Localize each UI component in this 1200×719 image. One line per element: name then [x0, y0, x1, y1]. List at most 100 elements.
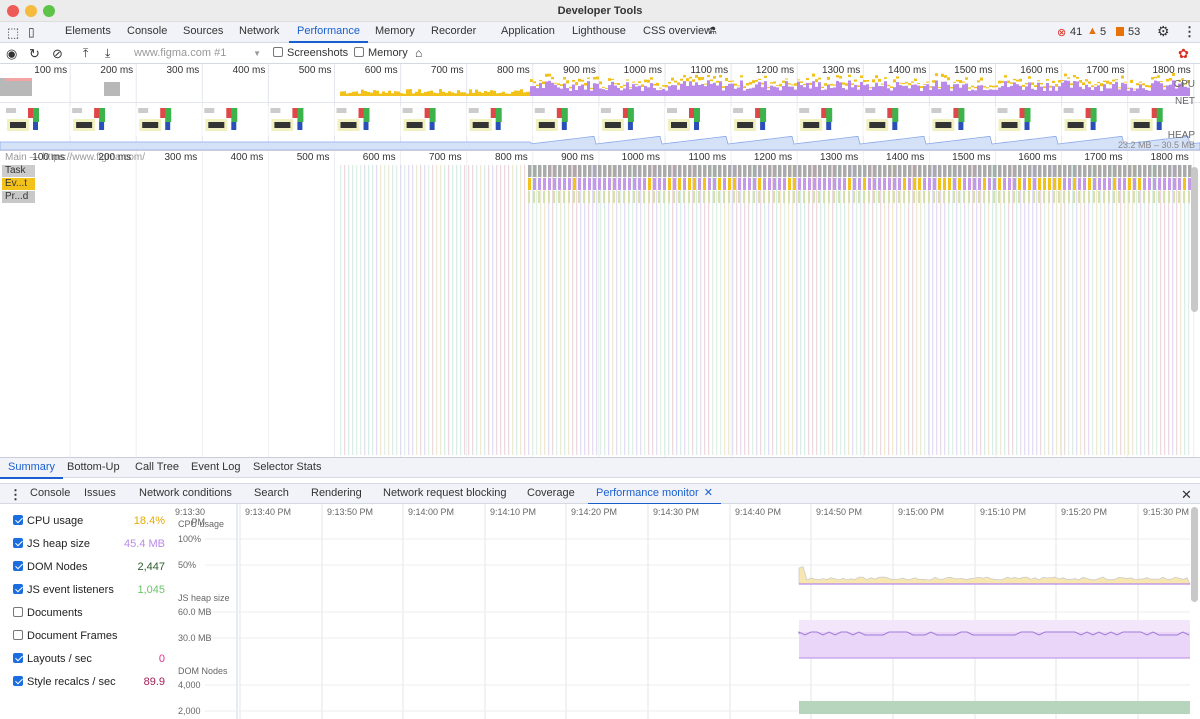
error-count[interactable]: 41 [1070, 26, 1082, 38]
flame-slice [480, 165, 482, 455]
flame-slice [756, 165, 758, 455]
flame-slice [1180, 165, 1182, 455]
settings-gear-icon[interactable]: ⚙ [1157, 23, 1170, 40]
cpu-rendering-bar [1004, 81, 1007, 96]
tab-network[interactable]: Network [239, 22, 279, 43]
function-slice [968, 191, 970, 203]
recording-select[interactable]: www.figma.com #1 ▼ [134, 45, 261, 62]
drawer-tab-label: Search [254, 487, 289, 499]
cpu-rendering-bar [1109, 88, 1112, 96]
record-icon[interactable]: ◉ [6, 45, 17, 62]
event-slice [1043, 178, 1046, 190]
drawer-tab-network-conditions[interactable]: Network conditions [139, 484, 232, 505]
flame-tick-label: 1600 ms [1018, 152, 1057, 163]
cpu-scripting-bar [584, 82, 587, 86]
screenshot-thumbnail [929, 106, 966, 136]
function-slice [833, 191, 835, 203]
capture-settings-icon[interactable]: ✿ [1178, 45, 1189, 62]
drawer-tab-console[interactable]: Console [30, 484, 70, 505]
function-slice [1153, 191, 1155, 203]
inspect-element-icon[interactable]: ⬚ [7, 25, 19, 41]
tab-performance[interactable]: Performance [289, 22, 368, 43]
flame-track-2[interactable]: Pr...d [2, 191, 35, 203]
event-slice [1088, 178, 1091, 190]
reload-record-icon[interactable]: ↻ [29, 45, 40, 62]
cpu-rendering-bar [623, 88, 626, 96]
monitor-scrollbar[interactable] [1191, 507, 1198, 602]
warning-count[interactable]: 5 [1100, 26, 1106, 38]
function-slice [788, 191, 790, 203]
close-tab-icon[interactable]: ✕ [704, 487, 713, 499]
flame-slice [728, 165, 730, 455]
details-tab-selector-stats[interactable]: Selector Stats [253, 458, 321, 479]
details-tab-event-log[interactable]: Event Log [191, 458, 241, 479]
flame-slice [1024, 165, 1026, 455]
drawer-tab-search[interactable]: Search [254, 484, 289, 505]
function-slice [1178, 191, 1180, 203]
flame-track-0[interactable]: Task [2, 165, 35, 177]
close-window-button[interactable] [7, 5, 19, 17]
task-slice [548, 165, 552, 177]
warning-icon[interactable]: ▲ [1087, 25, 1098, 37]
cpu-rendering-bar [983, 90, 986, 96]
cpu-scripting-bar [502, 91, 505, 96]
function-slice [638, 191, 640, 203]
timeline-overview[interactable]: 100 ms 200 ms 300 ms 400 ms 500 ms 600 ms 700 … [0, 64, 1200, 151]
cpu-rendering-bar [890, 90, 893, 96]
flame-chart[interactable]: Main — https://www.figma.com/ 100 ms 200 … [0, 150, 1200, 458]
minimize-window-button[interactable] [25, 5, 37, 17]
cpu-scripting-bar [563, 77, 566, 80]
maximize-window-button[interactable] [43, 5, 55, 17]
screenshots-checkbox[interactable]: Screenshots [273, 45, 348, 62]
flame-slice [700, 165, 702, 455]
more-options-icon[interactable]: ⋮ [1183, 24, 1196, 40]
flame-slice [992, 165, 994, 455]
flame-track-1[interactable]: Ev...t [2, 178, 35, 190]
download-icon[interactable]: ⤓ [105, 45, 110, 62]
clear-icon[interactable]: ⊘ [52, 45, 63, 62]
upload-icon[interactable]: ⤒ [83, 45, 88, 62]
time-label: 9:15:30 PM [1143, 507, 1190, 517]
drawer-menu-icon[interactable]: ⋮ [9, 487, 22, 503]
drawer-tab-issues[interactable]: Issues [84, 484, 116, 505]
time-label: 9:15:10 PM [980, 507, 1027, 517]
tab-css-overview[interactable]: CSS overview [643, 22, 712, 43]
flame-slice [672, 165, 674, 455]
cpu-scripting-bar [815, 79, 818, 83]
flame-slice [560, 165, 562, 455]
details-tab-call-tree[interactable]: Call Tree [135, 458, 179, 479]
cpu-scripting-bar [520, 89, 523, 96]
close-drawer-icon[interactable]: ✕ [1181, 487, 1192, 503]
task-slice [648, 165, 652, 177]
event-slice [978, 178, 981, 190]
details-tab-bottom-up[interactable]: Bottom-Up [67, 458, 120, 479]
flame-scrollbar[interactable] [1191, 167, 1198, 312]
flame-slice [696, 165, 698, 455]
drawer-tab-rendering[interactable]: Rendering [311, 484, 362, 505]
details-tab-summary[interactable]: Summary [0, 458, 64, 479]
issues-icon[interactable] [1116, 27, 1124, 36]
tab-lighthouse[interactable]: Lighthouse [572, 22, 626, 43]
drawer-tab-performance-monitor[interactable]: Performance monitor ✕ [588, 484, 721, 505]
cpu-scripting-bar [767, 87, 770, 89]
tab-recorder[interactable]: Recorder [431, 22, 476, 43]
device-toolbar-icon[interactable]: ▯ [28, 25, 35, 39]
tab-sources[interactable]: Sources [183, 22, 223, 43]
memory-checkbox[interactable]: Memory [354, 45, 408, 62]
tab-elements[interactable]: Elements [65, 22, 111, 43]
cpu-scripting-bar [863, 80, 866, 83]
function-slice [663, 191, 665, 203]
garbage-collect-icon[interactable]: ⌂ [415, 45, 422, 62]
tab-console[interactable]: Console [127, 22, 167, 43]
tab-memory[interactable]: Memory [375, 22, 415, 43]
cpu-scripting-bar [1154, 76, 1157, 79]
function-slice [883, 191, 885, 203]
flame-slice [660, 165, 662, 455]
drawer-tab-network-request-blocking[interactable]: Network request blocking [383, 484, 507, 505]
tab-application[interactable]: Application [501, 22, 555, 43]
drawer-tab-coverage[interactable]: Coverage [527, 484, 575, 505]
cpu-rendering-bar [737, 87, 740, 96]
error-icon[interactable]: ⊗ [1057, 26, 1066, 39]
cpu-scripting-bar [1103, 80, 1106, 83]
issues-count[interactable]: 53 [1128, 26, 1140, 38]
